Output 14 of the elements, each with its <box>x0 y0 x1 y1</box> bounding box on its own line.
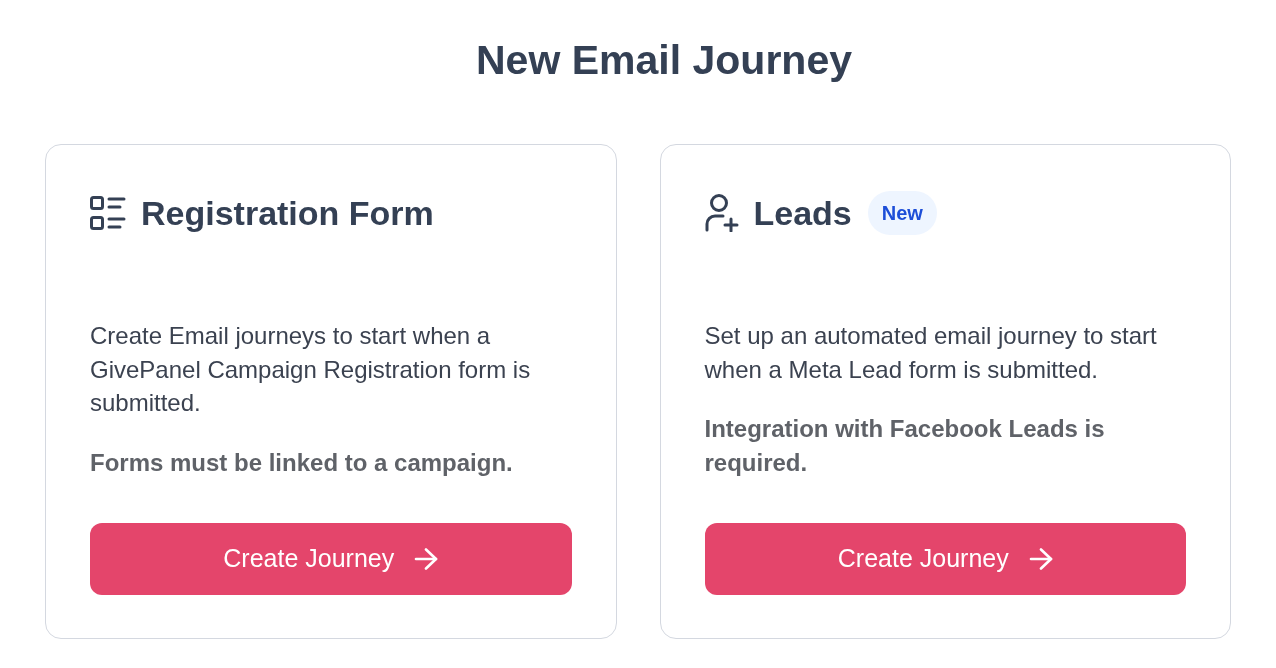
card-description: Create Email journeys to start when a GivePanel Campaign Registration form is submitted. <box>90 321 532 418</box>
create-journey-button[interactable]: Create Journey <box>704 523 1186 595</box>
list-icon <box>90 196 126 230</box>
card-title: Registration Form <box>141 193 434 233</box>
page-title: New Email Journey <box>476 36 852 84</box>
new-badge: New <box>867 191 937 235</box>
arrow-right-icon <box>414 547 439 570</box>
requirement-note: Integration with Facebook Leads is required. <box>704 414 1106 478</box>
user-plus-icon <box>704 194 739 232</box>
card-title: Leads <box>753 193 852 233</box>
create-journey-button[interactable]: Create Journey <box>90 522 572 595</box>
card-description: Set up an automated email journey to start when a Meta Lead form is submitted. <box>704 321 1158 385</box>
arrow-right-icon <box>1028 548 1053 570</box>
requirement-note: Forms must be linked to a campaign. <box>90 447 514 478</box>
